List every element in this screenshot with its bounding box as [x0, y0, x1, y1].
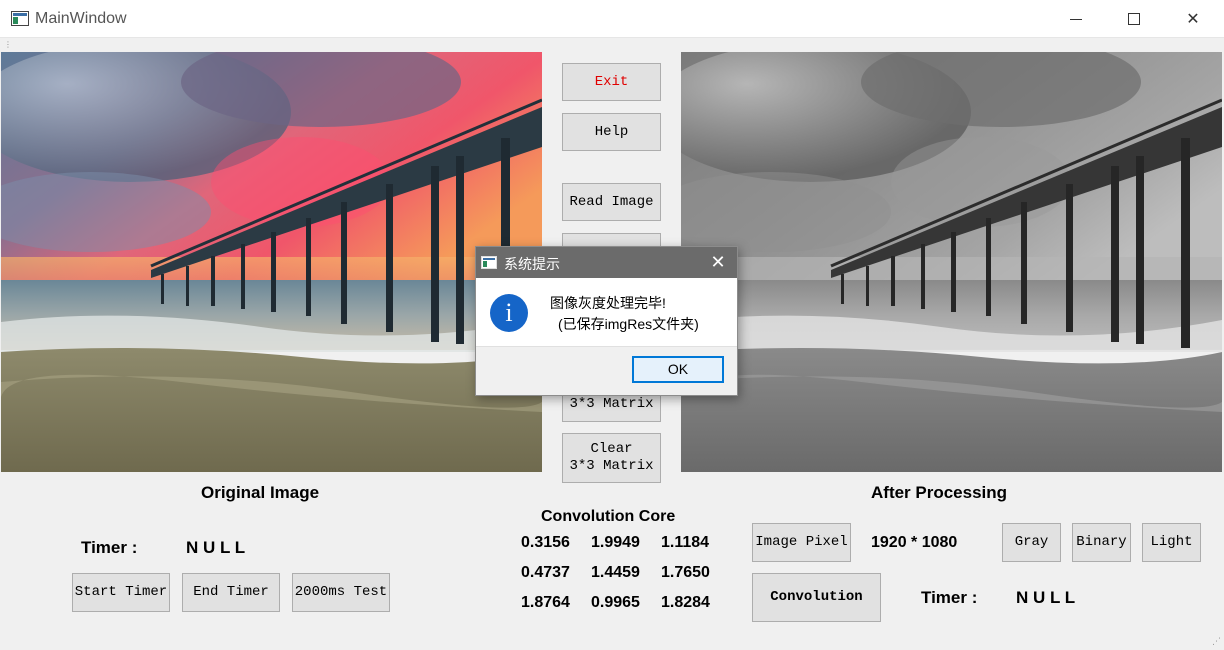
gray-button[interactable]: Gray: [1002, 523, 1061, 562]
resize-grip-icon[interactable]: ⋰: [1212, 636, 1221, 647]
dialog-window-icon: [481, 256, 497, 269]
help-button[interactable]: Help: [562, 113, 661, 151]
dialog-message-line1: 图像灰度处理完毕!: [550, 295, 666, 311]
convolution-core-heading: Convolution Core: [541, 508, 676, 525]
exit-button[interactable]: Exit: [562, 63, 661, 101]
matrix-cell-0-0: 0.3156: [521, 534, 570, 551]
matrix-cell-1-1: 1.4459: [591, 564, 640, 581]
ok-button[interactable]: OK: [632, 356, 724, 383]
dialog-body: i 图像灰度处理完毕! (已保存imgRes文件夹): [476, 278, 737, 346]
matrix-cell-0-2: 1.1184: [661, 534, 710, 551]
light-button[interactable]: Light: [1142, 523, 1201, 562]
original-image: [1, 52, 542, 472]
clear-matrix-button[interactable]: Clear 3*3 Matrix: [562, 433, 661, 483]
close-icon: ✕: [1186, 11, 1200, 28]
app-window-icon: [11, 11, 29, 26]
dialog-message-line2: (已保存imgRes文件夹): [558, 316, 699, 332]
image-pixel-button[interactable]: Image Pixel: [752, 523, 851, 562]
dialog-close-icon[interactable]: ✕: [704, 250, 732, 274]
2000ms-test-button[interactable]: 2000ms Test: [292, 573, 390, 612]
right-timer-label: Timer :: [921, 588, 978, 607]
maximize-icon: [1128, 13, 1140, 25]
matrix-cell-2-2: 1.8284: [661, 594, 710, 611]
right-timer-value: N U L L: [1016, 588, 1076, 607]
window-title: MainWindow: [35, 10, 127, 27]
system-message-dialog: 系统提示 ✕ i 图像灰度处理完毕! (已保存imgRes文件夹) OK: [475, 246, 738, 396]
binary-button[interactable]: Binary: [1072, 523, 1131, 562]
matrix-cell-2-1: 0.9965: [591, 594, 640, 611]
read-image-button[interactable]: Read Image: [562, 183, 661, 221]
image-resolution: 1920 * 1080: [871, 534, 958, 551]
info-icon: i: [490, 294, 528, 332]
convolution-button[interactable]: Convolution: [752, 573, 881, 622]
dialog-footer: OK: [476, 346, 737, 395]
minimize-button[interactable]: [1047, 0, 1105, 38]
minimize-icon: [1070, 18, 1082, 20]
processed-image: [681, 52, 1222, 472]
matrix-cell-1-0: 0.4737: [521, 564, 570, 581]
dialog-title-bar: 系统提示 ✕: [476, 247, 737, 278]
matrix-cell-0-1: 1.9949: [591, 534, 640, 551]
toolbar-grip: ⋮: [4, 40, 12, 49]
title-bar: MainWindow ✕: [0, 0, 1224, 38]
original-image-heading: Original Image: [201, 483, 320, 502]
end-timer-button[interactable]: End Timer: [182, 573, 280, 612]
dialog-title: 系统提示: [504, 256, 560, 272]
after-processing-heading: After Processing: [871, 483, 1008, 502]
matrix-cell-2-0: 1.8764: [521, 594, 570, 611]
start-timer-button[interactable]: Start Timer: [72, 573, 170, 612]
left-timer-value: N U L L: [186, 538, 246, 557]
clear-matrix-label-line2: 3*3 Matrix: [569, 458, 654, 474]
close-button[interactable]: ✕: [1164, 0, 1222, 38]
maximize-button[interactable]: [1105, 0, 1163, 38]
left-timer-label: Timer :: [81, 538, 138, 557]
clear-matrix-label-line1: Clear: [590, 441, 633, 457]
matrix-cell-1-2: 1.7650: [661, 564, 710, 581]
